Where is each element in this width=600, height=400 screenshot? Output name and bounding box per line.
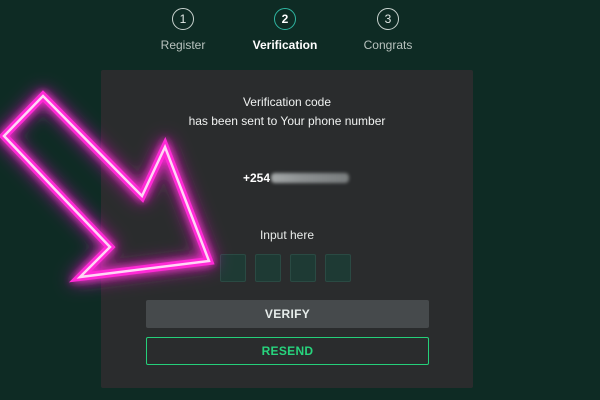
step-label: Congrats	[363, 38, 413, 52]
progress-stepper: 1 Register 2 Verification 3 Congrats	[0, 0, 600, 70]
step-number-circle: 1	[172, 8, 194, 30]
phone-number-mask	[271, 173, 350, 183]
step-label: Verification	[252, 38, 318, 52]
verify-button[interactable]: VERIFY	[146, 300, 429, 328]
verification-card: Verification code has been sent to Your …	[101, 70, 473, 388]
message-line-2: has been sent to Your phone number	[188, 114, 386, 128]
code-digit-input-4[interactable]	[325, 254, 351, 282]
code-input-group	[220, 254, 355, 282]
step-verification: 2 Verification	[225, 8, 345, 52]
code-input-label: Input here	[259, 228, 315, 242]
phone-number: +254	[243, 170, 350, 186]
step-number-circle: 2	[274, 8, 296, 30]
resend-button[interactable]: RESEND	[146, 337, 429, 365]
code-digit-input-3[interactable]	[290, 254, 316, 282]
verification-message: Verification code has been sent to Your …	[101, 93, 473, 131]
step-number-circle: 3	[377, 8, 399, 30]
message-line-1: Verification code	[242, 95, 332, 109]
code-digit-input-1[interactable]	[220, 254, 246, 282]
step-congrats: 3 Congrats	[328, 8, 448, 52]
phone-prefix: +254	[243, 171, 271, 185]
code-digit-input-2[interactable]	[255, 254, 281, 282]
